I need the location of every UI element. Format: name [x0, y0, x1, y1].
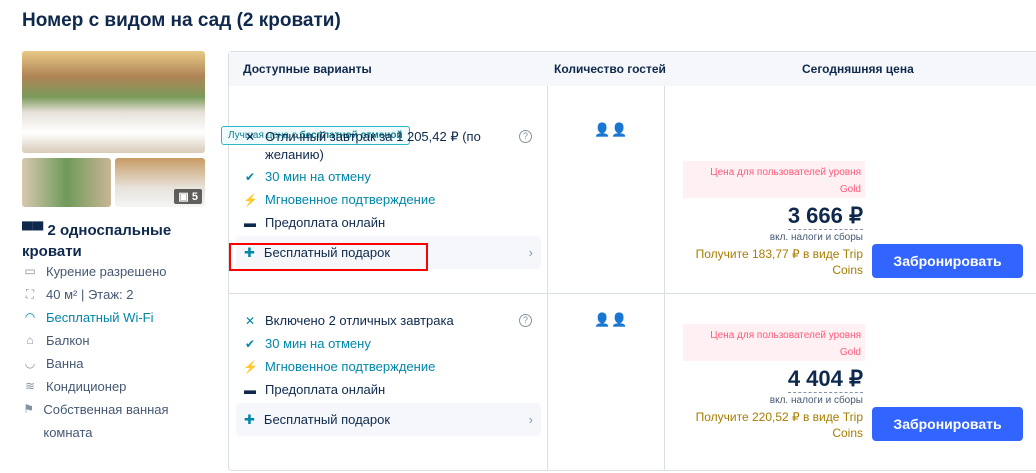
photo-count-value: 5: [191, 191, 198, 203]
header-options: Доступные варианты: [243, 62, 372, 76]
amenity-item: ◠ Бесплатный Wi-Fi: [22, 310, 154, 325]
gold-line1: Цена для пользователей уровня: [710, 167, 861, 178]
table-header: Доступные варианты Количество гостей Сег…: [229, 52, 1036, 86]
gold-price-label: Цена для пользователей уровня Gold: [683, 324, 865, 361]
guest-count: 👤👤: [594, 312, 628, 328]
trip-coins: Получите 183,77 ₽ в виде Trip Coins: [695, 247, 863, 277]
meal-info: ✕ Включено 2 отличных завтрака: [243, 312, 533, 330]
price: 3 666 ₽: [787, 203, 863, 230]
tax-note: вкл. налоги и сборы: [769, 232, 863, 243]
gift-icon: ✚: [244, 411, 255, 427]
amenity-item: ◡ Ванна: [22, 356, 84, 371]
bed-icon: ▀▀: [22, 222, 48, 239]
chevron-right-icon: ›: [528, 412, 533, 427]
ac-icon: ≋: [24, 379, 36, 393]
prepay-info: ▬ Предоплата онлайн: [243, 381, 533, 399]
room-title: Номер с видом на сад (2 кровати): [22, 10, 341, 31]
confirm-label: Мгновенное подтверждение: [265, 359, 436, 374]
chevron-right-icon: ›: [528, 245, 533, 260]
gold-line2: Gold: [839, 184, 861, 195]
shower-icon: ⚑: [23, 402, 35, 416]
prepay-info: ▬ Предоплата онлайн: [243, 214, 533, 232]
amenity-item: ⌂ Балкон: [22, 333, 90, 348]
room-photo-thumb[interactable]: ▣ 5: [115, 158, 205, 207]
help-icon[interactable]: ?: [519, 314, 532, 327]
meal-label: Отличный завтрак за 1 205,42 ₽ (по желан…: [265, 129, 481, 162]
lightning-icon: ⚡: [243, 193, 258, 207]
amenity-label: Собственная ванная комната: [43, 402, 169, 440]
rate-table: Доступные варианты Количество гостей Сег…: [221, 51, 1036, 471]
meal-info: ✕ Отличный завтрак за 1 205,42 ₽ (по жела…: [243, 128, 533, 164]
room-photo-main[interactable]: [22, 51, 205, 153]
bed-info: ▀▀ 2 односпальные кровати: [22, 220, 202, 262]
room-photo-thumb[interactable]: [22, 158, 111, 207]
smoking-icon: ▭: [24, 264, 36, 278]
meal-icon: ✕: [244, 130, 256, 144]
amenity-label: 40 м² | Этаж: 2: [46, 287, 134, 302]
guests-icon: 👤👤: [594, 122, 629, 137]
amenity-item: ≋ Кондиционер: [22, 379, 126, 394]
book-button[interactable]: Забронировать: [872, 244, 1023, 278]
amenity-label: Балкон: [46, 333, 90, 348]
confirm-info: ⚡ Мгновенное подтверждение: [243, 358, 533, 376]
book-button[interactable]: Забронировать: [872, 407, 1023, 441]
card-icon: ▬: [244, 383, 256, 397]
meal-included-icon: ✕: [244, 314, 256, 328]
cancel-label: 30 мин на отмену: [265, 169, 371, 184]
header-guests: Количество гостей: [554, 62, 666, 76]
gift-label: Бесплатный подарок: [263, 412, 391, 427]
amenity-label: Бесплатный Wi-Fi: [46, 310, 154, 325]
confirm-info: ⚡ Мгновенное подтверждение: [243, 191, 533, 209]
cancel-info: ✔ 30 мин на отмену: [243, 335, 533, 353]
trip-coins: Получите 220,52 ₽ в виде Trip Coins: [695, 410, 863, 440]
free-gift-button[interactable]: ✚ Бесплатный подарок ›: [236, 403, 541, 436]
header-price: Сегодняшняя цена: [802, 62, 914, 76]
card-icon: ▬: [244, 216, 256, 230]
photo-count: ▣ 5: [174, 189, 202, 204]
amenity-label: Курение разрешено: [46, 264, 167, 279]
guest-count: 👤👤: [594, 122, 628, 138]
wifi-icon: ◠: [24, 310, 36, 324]
balcony-icon: ⌂: [26, 333, 34, 347]
gold-price-label: Цена для пользователей уровня Gold: [683, 161, 865, 198]
amenity-label: Кондиционер: [46, 379, 127, 394]
cancel-info: ✔ 30 мин на отмену: [243, 168, 533, 186]
area-icon: ⛶: [25, 287, 35, 301]
check-circle-icon: ✔: [244, 337, 256, 351]
lightning-icon: ⚡: [243, 360, 258, 374]
price: 4 404 ₽: [787, 366, 863, 393]
help-icon[interactable]: ?: [519, 130, 532, 143]
confirm-label: Мгновенное подтверждение: [265, 192, 436, 207]
tax-note: вкл. налоги и сборы: [769, 395, 863, 406]
meal-label: Включено 2 отличных завтрака: [265, 313, 454, 328]
amenity-label: Ванна: [46, 356, 84, 371]
cancel-label: 30 мин на отмену: [265, 336, 371, 351]
gold-line1: Цена для пользователей уровня: [710, 330, 861, 341]
check-circle-icon: ✔: [244, 170, 256, 184]
amenity-item: ⛶ 40 м² | Этаж: 2: [22, 287, 134, 302]
amenity-item: ⚑ Собственная ванная комната: [22, 398, 192, 444]
gold-line2: Gold: [839, 347, 861, 358]
bath-icon: ◡: [24, 356, 36, 370]
amenity-item: ▭ Курение разрешено: [22, 264, 166, 279]
prepay-label: Предоплата онлайн: [265, 382, 386, 397]
prepay-label: Предоплата онлайн: [265, 215, 386, 230]
guests-icon: 👤👤: [594, 312, 629, 327]
highlight-box: [229, 243, 428, 271]
